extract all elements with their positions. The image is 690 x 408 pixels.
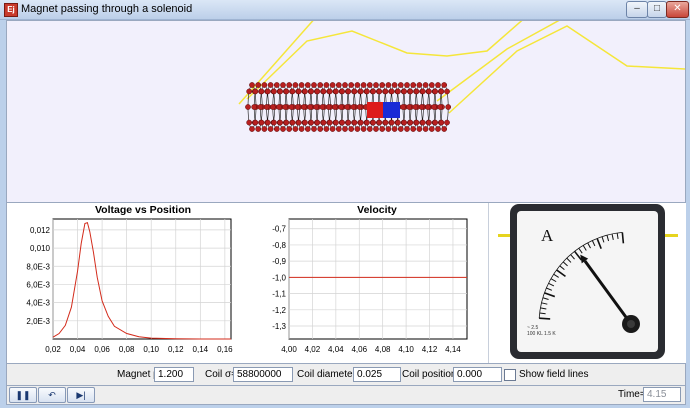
x-tick-label: 0,02 <box>45 345 61 353</box>
x-tick-label: 4,06 <box>351 345 367 353</box>
magnet-mu-field[interactable]: 1.200 <box>154 367 194 382</box>
x-tick-label: 4,14 <box>445 345 461 353</box>
y-tick-label: -0,7 <box>272 225 286 234</box>
show-field-lines-label[interactable]: Show field lines <box>519 369 588 380</box>
app-icon: Ej <box>4 3 18 17</box>
y-tick-label: -1,3 <box>272 322 286 331</box>
y-tick-label: 8,0E-3 <box>26 262 50 271</box>
app-window: Ej Magnet passing through a solenoid – □… <box>0 0 690 408</box>
scene-canvas <box>238 15 686 132</box>
x-tick-label: 4,04 <box>328 345 344 353</box>
magnet-south-pole <box>383 102 400 118</box>
x-tick-label: 4,00 <box>281 345 297 353</box>
y-tick-label: -1,2 <box>272 306 286 315</box>
step-button[interactable]: ▶| <box>67 387 95 403</box>
x-tick-label: 0,10 <box>143 345 159 353</box>
parameters-bar: Magnet μ= 1.200 Coil σ= 58800000 Coil di… <box>6 363 686 386</box>
meter-tick <box>539 317 551 320</box>
field-line <box>436 15 568 102</box>
x-tick-label: 0,14 <box>193 345 209 353</box>
x-tick-label: 4,08 <box>375 345 391 353</box>
time-field: 4.15 <box>643 387 681 402</box>
close-button[interactable]: ✕ <box>666 1 689 18</box>
meter-left-marker <box>498 234 510 237</box>
y-tick-label: -0,8 <box>272 241 286 250</box>
reset-button[interactable]: ↶ <box>38 387 66 403</box>
meter-right-marker <box>665 234 678 237</box>
simulation-view[interactable] <box>6 15 686 203</box>
solenoid-coil <box>245 82 452 132</box>
playback-bar: ❚❚ ↶ ▶| Time= 4.15 <box>6 385 686 405</box>
voltage-chart: 0,02 0,04 0,06 0,08 0,10 0,12 0,14 0,16 0,012 0,0… <box>26 218 233 353</box>
x-tick-label: 0,04 <box>70 345 86 353</box>
y-tick-label: 0,010 <box>30 244 51 253</box>
meter-tick <box>539 312 546 315</box>
x-tick-label: 4,12 <box>422 345 438 353</box>
velocity-chart: 4,00 4,02 4,04 4,06 4,08 4,10 4,12 4,14 -0,7 -0,8… <box>272 218 468 353</box>
x-tick-label: 0,12 <box>168 345 184 353</box>
y-tick-label: -0,9 <box>272 257 286 266</box>
minimize-button[interactable]: – <box>626 1 648 18</box>
meter-pivot-inner <box>627 320 635 328</box>
x-tick-label: 0,06 <box>94 345 110 353</box>
field-line <box>448 25 686 114</box>
title-bar: Ej Magnet passing through a solenoid – □… <box>0 0 690 20</box>
y-tick-label: -1,0 <box>272 273 286 282</box>
y-tick-label: 2,0E-3 <box>26 317 50 326</box>
field-lines <box>238 15 686 114</box>
y-tick-label: 0,012 <box>30 226 51 235</box>
bar-magnet[interactable] <box>367 102 400 118</box>
y-tick-label: -1,1 <box>272 290 286 299</box>
ammeter: A ~ 2.5 100 KL 1.5 K <box>498 204 678 359</box>
coil-position-field[interactable]: 0.000 <box>453 367 502 382</box>
show-field-lines-checkbox[interactable] <box>504 369 516 381</box>
window-title: Magnet passing through a solenoid <box>21 3 193 15</box>
meter-fine-print-2: 100 KL 1.5 K <box>527 331 556 337</box>
x-tick-label: 0,08 <box>119 345 135 353</box>
ammeter-panel: A ~ 2.5 100 KL 1.5 K <box>488 203 686 363</box>
meter-tick <box>621 232 625 244</box>
coil-diameter-field[interactable]: 0.025 <box>353 367 401 382</box>
magnet-north-pole <box>367 102 383 118</box>
plot-area <box>288 218 468 340</box>
pause-button[interactable]: ❚❚ <box>9 387 37 403</box>
y-tick-label: 4,0E-3 <box>26 299 50 308</box>
time-label: Time= <box>618 389 646 400</box>
maximize-button[interactable]: □ <box>647 1 667 18</box>
x-tick-label: 4,02 <box>305 345 321 353</box>
coil-sigma-field[interactable]: 58800000 <box>233 367 293 382</box>
y-tick-label: 6,0E-3 <box>26 280 50 289</box>
graphs-panel: Voltage vs Position 0,02 0,04 0,06 0,08 0,10… <box>6 202 686 364</box>
x-tick-label: 4,10 <box>398 345 414 353</box>
x-tick-label: 0,16 <box>217 345 233 353</box>
meter-unit-label: A <box>541 226 554 245</box>
